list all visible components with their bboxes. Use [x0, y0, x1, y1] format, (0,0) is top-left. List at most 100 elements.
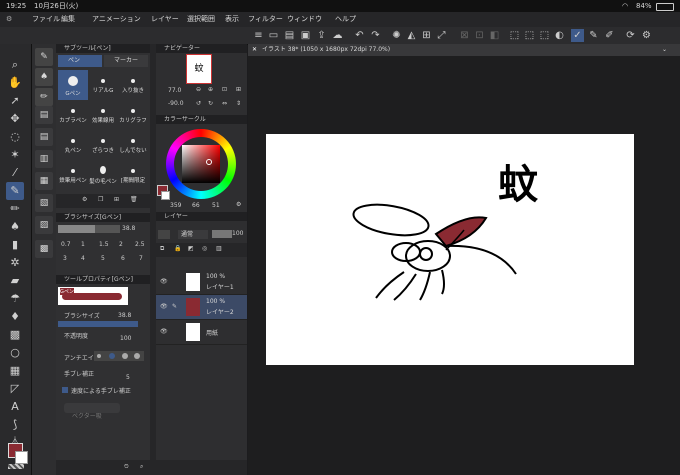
fill-icon[interactable]: ◐ [553, 29, 566, 42]
transparent-color-icon[interactable] [8, 464, 24, 469]
snap-ruler-icon[interactable]: ✓ [571, 29, 584, 42]
menu-animation[interactable]: アニメーション [92, 12, 141, 27]
copy-subtool-icon[interactable]: ❐ [98, 196, 103, 203]
size-preset[interactable]: 1.5 [99, 241, 109, 248]
size-preset[interactable]: 2 [119, 241, 123, 248]
app-logo-icon[interactable]: ⚙ [6, 12, 12, 27]
size-preset[interactable]: 2.5 [135, 241, 145, 248]
clip-icon[interactable]: ⧉ [160, 245, 164, 253]
canvas-tab-title[interactable]: イラスト 38* (1050 x 1680px 72dpi 77.0%) [262, 44, 390, 56]
mask-icon[interactable]: ◩ [188, 245, 194, 252]
aa-medium-icon[interactable] [122, 353, 128, 359]
crop-icon[interactable]: ⊠ [458, 29, 471, 42]
pen-icon[interactable]: ✎ [6, 182, 24, 200]
layer-row[interactable]: 👁 ✎ 100 % レイヤー2 [156, 295, 247, 320]
eraser-icon[interactable]: ▰ [6, 272, 24, 290]
hue-ring[interactable] [166, 129, 236, 199]
brush-maru[interactable]: 丸ペン [58, 130, 88, 160]
magic-wand-icon[interactable]: ✶ [6, 146, 24, 164]
deselect-icon[interactable]: ⬚ [523, 29, 536, 42]
fill-bucket-icon[interactable]: ♦ [6, 308, 24, 326]
chevron-down-icon[interactable]: ⌄ [662, 44, 667, 56]
brush-group-icon[interactable]: ♠ [35, 68, 53, 86]
brush-teppitsu[interactable]: 鉄筆用ペン [58, 160, 88, 190]
blend-icon[interactable]: ☂ [6, 290, 24, 308]
reference-icon[interactable]: ◎ [202, 245, 207, 252]
open-folder-icon[interactable]: ▤ [283, 29, 296, 42]
pen-group-icon[interactable]: ✎ [35, 48, 53, 66]
decoration-icon[interactable]: ✲ [6, 254, 24, 272]
lasso-icon[interactable]: ◌ [6, 128, 24, 146]
material-icon-4[interactable]: ▦ [35, 172, 53, 190]
ruler-icon[interactable]: ◸ [6, 380, 24, 398]
navigator-thumbnail[interactable]: 蚊 [186, 54, 212, 84]
eye-icon[interactable]: 👁 [160, 278, 168, 285]
select-clear-icon[interactable]: ⊡ [473, 29, 486, 42]
aa-strong-icon[interactable] [134, 353, 140, 359]
tab-pen[interactable]: ペン [58, 55, 102, 67]
eye-icon[interactable]: 👁 [160, 303, 168, 310]
settings-icon[interactable]: ⚙ [82, 196, 87, 203]
pencil-group-icon[interactable]: ✏ [35, 88, 53, 106]
brush-zaratsuki[interactable]: ざらつき [88, 130, 118, 160]
brush-irinuki[interactable]: 入り抜き [118, 70, 148, 100]
size-preset[interactable]: 5 [101, 255, 105, 262]
size-preset[interactable]: 6 [121, 255, 125, 262]
clear-icon[interactable]: ◭ [405, 29, 418, 42]
brush-shindenai[interactable]: しんでない [118, 130, 148, 160]
snap-pen-icon[interactable]: ✎ [587, 29, 600, 42]
layer-row[interactable]: 👁 用紙 [156, 320, 247, 345]
move-icon[interactable]: ✥ [6, 110, 24, 128]
cursor-settings-icon[interactable]: ⟳ [624, 29, 637, 42]
selection-show-icon[interactable]: ⬚ [538, 29, 551, 42]
brush-size-bar[interactable] [58, 321, 138, 327]
brush-kabura[interactable]: カブラペン [58, 100, 88, 130]
size-preset[interactable]: 0.7 [61, 241, 71, 248]
material-icon-5[interactable]: ▧ [35, 194, 53, 212]
size-preset[interactable]: 3 [63, 255, 67, 262]
lock-icon[interactable]: 🔒 [174, 245, 181, 252]
cloud-icon[interactable]: ☁ [331, 29, 344, 42]
flip-h-icon[interactable]: ⇔ [222, 100, 227, 107]
menu-edit[interactable]: 編集 [61, 12, 75, 27]
opacity-slider[interactable] [212, 230, 232, 238]
menu-layer[interactable]: レイヤー [151, 12, 179, 27]
export-icon[interactable]: ⇪ [315, 29, 328, 42]
brush-effect-line[interactable]: 効果線用 [88, 100, 118, 130]
brush-limited[interactable]: [期間限定 [118, 160, 148, 190]
fit-icon[interactable]: ⊡ [222, 86, 227, 93]
hand-icon[interactable]: ✋ [6, 74, 24, 92]
sub-color-swatch[interactable] [15, 451, 28, 464]
antialias-options[interactable] [94, 351, 144, 361]
blend-mode-select[interactable]: 通常 [178, 230, 208, 239]
undo-icon[interactable]: ↶ [353, 29, 366, 42]
zoom-icon[interactable]: ⌕ [6, 56, 24, 74]
saturation-value-square[interactable] [182, 145, 220, 183]
save-icon[interactable]: ▣ [299, 29, 312, 42]
menu-view[interactable]: 表示 [225, 12, 239, 27]
color-picker-handle[interactable] [206, 159, 212, 165]
aa-none-icon[interactable] [97, 354, 101, 358]
palette-icon[interactable]: ▥ [216, 245, 222, 252]
brush-calligraphy[interactable]: カリグラフ [118, 100, 148, 130]
eye-icon[interactable]: 👁 [160, 328, 168, 335]
scale-icon[interactable]: ⤢ [435, 29, 448, 42]
frame-icon[interactable]: ▦ [6, 362, 24, 380]
pencil-icon[interactable]: ✏ [6, 200, 24, 218]
zoom-in-icon[interactable]: ⊕ [208, 86, 213, 93]
airbrush-icon[interactable]: ▮ [6, 236, 24, 254]
eyedropper-icon[interactable]: ⁄ [6, 164, 24, 182]
brush-size-slider[interactable] [58, 225, 120, 233]
menu-selection[interactable]: 選択範囲 [187, 12, 215, 27]
transform-icon[interactable]: ⊞ [420, 29, 433, 42]
brush-hair[interactable]: 髪の毛ペン [88, 160, 118, 190]
panel-sub-color[interactable] [161, 191, 170, 200]
menu-window[interactable]: ウィンドウ [287, 12, 322, 27]
rotate-left-icon[interactable]: ↺ [196, 100, 201, 107]
rotate-right-icon[interactable]: ↻ [208, 100, 213, 107]
brush-real-g[interactable]: リアルG [88, 70, 118, 100]
flip-v-icon[interactable]: ⇕ [236, 100, 241, 107]
menu-filter[interactable]: フィルター [248, 12, 283, 27]
aa-weak-icon[interactable] [109, 353, 115, 359]
zoom-out-icon[interactable]: ⊖ [196, 86, 201, 93]
